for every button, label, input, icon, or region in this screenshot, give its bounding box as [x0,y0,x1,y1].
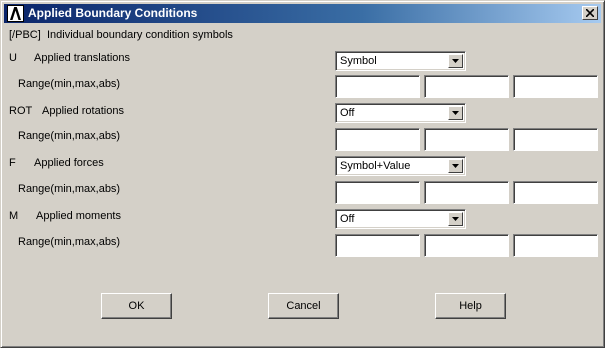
rotations-dropdown-button[interactable] [448,106,463,120]
moments-select-value: Off [340,213,355,225]
chevron-down-icon [452,164,459,168]
translations-range-max[interactable] [424,75,509,98]
forces-range-max[interactable] [424,181,509,204]
rotations-range-abs[interactable] [513,128,598,151]
cancel-button[interactable]: Cancel [268,293,339,319]
row-label-forces: Applied forces [34,157,104,169]
range-label-translations: Range(min,max,abs) [18,78,121,90]
rotations-select[interactable]: Off [335,103,466,123]
ansys-logo-icon [7,5,24,22]
ok-button[interactable]: OK [101,293,172,319]
moments-range-abs[interactable] [513,234,598,257]
forces-select-value: Symbol+Value [340,160,411,172]
range-label-forces: Range(min,max,abs) [18,183,121,195]
window-title: Applied Boundary Conditions [28,6,198,20]
row-code-u: U [9,52,17,64]
row-code-m: M [9,210,19,222]
row-code-rot: ROT [9,105,33,117]
range-label-rotations: Range(min,max,abs) [18,130,121,142]
range-label-moments: Range(min,max,abs) [18,236,121,248]
help-button[interactable]: Help [435,293,506,319]
chevron-down-icon [452,217,459,221]
translations-range-min[interactable] [335,75,420,98]
moments-range-max[interactable] [424,234,509,257]
dialog-window: Applied Boundary Conditions [/PBC] Indiv… [0,0,605,348]
rotations-range-min[interactable] [335,128,420,151]
row-label-translations: Applied translations [34,52,131,64]
rotations-range-max[interactable] [424,128,509,151]
forces-select[interactable]: Symbol+Value [335,156,466,176]
row-label-moments: Applied moments [36,210,121,222]
row-code-f: F [9,157,16,169]
forces-range-min[interactable] [335,181,420,204]
moments-dropdown-button[interactable] [448,212,463,226]
chevron-down-icon [452,59,459,63]
forces-range-abs[interactable] [513,181,598,204]
rotations-select-value: Off [340,107,355,119]
translations-dropdown-button[interactable] [448,54,463,68]
title-bar[interactable]: Applied Boundary Conditions [4,4,601,23]
chevron-down-icon [452,111,459,115]
translations-select-value: Symbol [340,55,377,67]
close-icon [586,9,594,17]
header-description: Individual boundary condition symbols [47,29,233,41]
moments-range-min[interactable] [335,234,420,257]
row-label-rotations: Applied rotations [42,105,124,117]
forces-dropdown-button[interactable] [448,159,463,173]
close-button[interactable] [582,6,598,20]
translations-range-abs[interactable] [513,75,598,98]
translations-select[interactable]: Symbol [335,51,466,71]
moments-select[interactable]: Off [335,209,466,229]
command-tag: [/PBC] [9,29,41,41]
